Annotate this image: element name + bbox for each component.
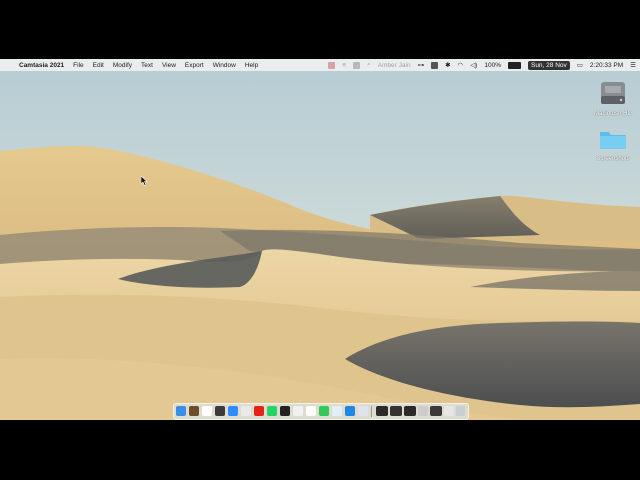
battery-icon[interactable] <box>507 61 521 69</box>
desert-wallpaper <box>0 59 640 420</box>
dock-app-zoom-icon[interactable] <box>228 406 238 416</box>
menu-view[interactable]: View <box>162 62 176 69</box>
status-box-icon[interactable] <box>353 61 361 69</box>
date-display[interactable]: Sun, 28 Nov <box>527 60 570 70</box>
menu-edit[interactable]: Edit <box>93 62 104 69</box>
menu-text[interactable]: Text <box>141 62 153 69</box>
glasses-icon[interactable]: ⊶ <box>418 61 425 69</box>
desktop-icon-label: Macintosh HD <box>594 111 632 117</box>
app-menu[interactable]: Camtasia 2021 <box>19 62 64 69</box>
desktop-icon-macintosh-hd[interactable]: Macintosh HD <box>588 80 638 117</box>
battery-percentage: 100% <box>484 61 501 69</box>
menu-bar: Camtasia 2021 File Edit Modify Text View… <box>0 59 640 71</box>
dock-app-safari-icon[interactable] <box>345 406 355 416</box>
dock-app-preview-icon[interactable] <box>332 406 342 416</box>
dock-app-notes-icon[interactable] <box>293 406 303 416</box>
dock-minimized-window-5-icon[interactable] <box>430 406 442 416</box>
control-center-icon[interactable]: ☰ <box>630 61 636 69</box>
dock-app-whatsapp-icon[interactable] <box>267 406 277 416</box>
hard-drive-icon <box>601 82 625 104</box>
dock-minimized-window-4-icon[interactable] <box>418 406 428 416</box>
menu-window[interactable]: Window <box>213 62 236 69</box>
dock <box>173 403 469 420</box>
screen-mirroring-icon[interactable]: ▭ <box>577 61 583 69</box>
dock-app-finder-icon[interactable] <box>176 406 186 416</box>
folder-icon <box>600 132 626 149</box>
dock-app-photo-booth-icon[interactable] <box>215 406 225 416</box>
dock-app-calendar-icon[interactable] <box>202 406 212 416</box>
dock-app-camtasia-icon[interactable] <box>189 406 199 416</box>
dock-minimized-window-3-icon[interactable] <box>404 406 416 416</box>
dock-separator <box>371 406 372 417</box>
dock-app-facetime-icon[interactable] <box>319 406 329 416</box>
dock-minimized-window-2-icon[interactable] <box>390 406 402 416</box>
status-app-icon[interactable] <box>328 61 336 69</box>
desktop <box>0 59 640 420</box>
wifi-icon[interactable]: ◠ <box>458 61 464 69</box>
mouse-pointer-icon <box>141 176 148 186</box>
dock-trash-icon[interactable] <box>456 406 465 416</box>
dock-minimized-window-6-icon[interactable] <box>444 406 454 416</box>
screen-recorder-icon[interactable] <box>431 61 439 69</box>
list-icon[interactable]: ≡ <box>342 62 346 69</box>
volume-icon[interactable]: ◁) <box>470 61 477 69</box>
search-icon[interactable]: ⌕ <box>367 61 371 69</box>
menu-modify[interactable]: Modify <box>113 62 132 69</box>
user-name[interactable]: Amber Jain <box>378 62 411 69</box>
dock-app-notion-icon[interactable] <box>306 406 316 416</box>
dock-app-xcode-icon[interactable] <box>358 406 368 416</box>
dock-app-chrome-icon[interactable] <box>241 406 251 416</box>
desktop-icon-screenshots[interactable]: Screenshots <box>588 127 638 162</box>
bluetooth-icon[interactable]: ✱ <box>445 61 450 69</box>
clock[interactable]: 2:20:33 PM <box>590 62 623 69</box>
desktop-icon-label: Screenshots <box>596 156 630 162</box>
menu-help[interactable]: Help <box>245 62 258 69</box>
menu-export[interactable]: Export <box>185 62 204 69</box>
dock-minimized-window-1-icon[interactable] <box>376 406 388 416</box>
dock-app-youtube-icon[interactable] <box>254 406 264 416</box>
menu-file[interactable]: File <box>73 62 83 69</box>
dock-app-terminal-icon[interactable] <box>280 406 290 416</box>
